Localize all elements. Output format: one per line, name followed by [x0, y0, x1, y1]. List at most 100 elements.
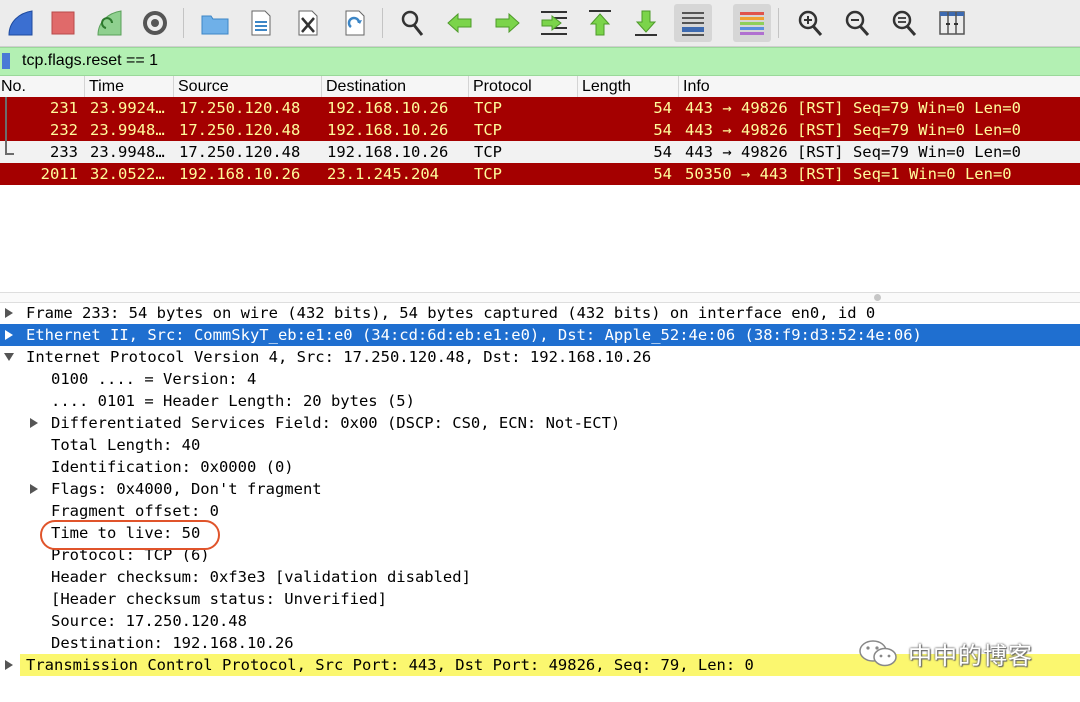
tree-item-label: Ethernet II, Src: CommSkyT_eb:e1:e0 (34:… — [26, 326, 922, 344]
go-last-packet-button[interactable] — [627, 4, 665, 42]
main-toolbar — [0, 0, 1080, 47]
restart-capture-button[interactable] — [90, 4, 128, 42]
go-back-button[interactable] — [441, 4, 479, 42]
zoom-in-icon — [798, 10, 823, 36]
expander-icon[interactable] — [2, 346, 16, 368]
normal-size-button[interactable] — [886, 4, 924, 42]
packet-length: 54 — [653, 99, 672, 117]
tree-item-checksum[interactable]: Header checksum: 0xf3e3 [validation disa… — [0, 566, 1080, 588]
column-header-protocol[interactable]: Protocol — [468, 76, 577, 97]
packet-row-selected[interactable]: 233 23.9948… 17.250.120.48 192.168.10.26… — [0, 141, 1080, 163]
packet-row[interactable]: 231 23.9924… 17.250.120.48 192.168.10.26… — [0, 97, 1080, 119]
stop-capture-button[interactable] — [44, 4, 82, 42]
packet-protocol: TCP — [474, 99, 502, 117]
packet-protocol: TCP — [474, 143, 502, 161]
packet-no: 2011 — [40, 165, 78, 183]
tree-item-label: Total Length: 40 — [51, 436, 201, 454]
start-capture-button[interactable] — [1, 4, 39, 42]
packet-source: 17.250.120.48 — [179, 99, 301, 117]
tree-item-label: Header checksum: 0xf3e3 [validation disa… — [51, 568, 471, 586]
column-header-time[interactable]: Time — [84, 76, 173, 97]
packet-list[interactable]: 231 23.9924… 17.250.120.48 192.168.10.26… — [0, 97, 1080, 292]
packet-length: 54 — [653, 121, 672, 139]
column-header-no[interactable]: No. — [0, 76, 84, 97]
packet-time: 23.9924… — [90, 99, 165, 117]
toolbar-separator — [183, 8, 184, 38]
tree-item-tcp-expander-area — [0, 654, 20, 676]
open-file-button[interactable] — [196, 4, 234, 42]
filter-bookmark-icon[interactable] — [2, 53, 10, 69]
toolbar-separator — [778, 8, 779, 38]
packet-time: 32.0522… — [90, 165, 165, 183]
tree-item-version[interactable]: 0100 .... = Version: 4 — [0, 368, 1080, 390]
tree-item-flags[interactable]: Flags: 0x4000, Don't fragment — [0, 478, 1080, 500]
tree-item-ethernet[interactable]: Ethernet II, Src: CommSkyT_eb:e1:e0 (34:… — [0, 324, 1080, 346]
display-filter-input[interactable] — [14, 49, 1074, 73]
tree-item-checksum-status[interactable]: [Header checksum status: Unverified] — [0, 588, 1080, 610]
go-first-packet-button[interactable] — [581, 4, 619, 42]
column-header-info[interactable]: Info — [678, 76, 1080, 97]
packet-no: 232 — [50, 121, 78, 139]
packet-row[interactable]: 232 23.9948… 17.250.120.48 192.168.10.26… — [0, 119, 1080, 141]
packet-time: 23.9948… — [90, 143, 165, 161]
tree-item-ipv4[interactable]: Internet Protocol Version 4, Src: 17.250… — [0, 346, 1080, 368]
go-back-icon — [447, 12, 472, 34]
tree-item-identification[interactable]: Identification: 0x0000 (0) — [0, 456, 1080, 478]
tree-item-header-length[interactable]: .... 0101 = Header Length: 20 bytes (5) — [0, 390, 1080, 412]
autoscroll-icon — [682, 12, 704, 36]
packet-destination: 23.1.245.204 — [327, 165, 439, 183]
wechat-icon — [859, 640, 897, 667]
close-file-button[interactable] — [289, 4, 327, 42]
find-packet-icon — [401, 10, 424, 36]
zoom-in-button[interactable] — [792, 4, 830, 42]
zoom-out-button[interactable] — [839, 4, 877, 42]
expander-icon[interactable] — [2, 324, 16, 346]
tree-item-total-length[interactable]: Total Length: 40 — [0, 434, 1080, 456]
splitter-handle-icon[interactable] — [874, 294, 881, 301]
packet-destination: 192.168.10.26 — [327, 99, 449, 117]
tree-item-label: Source: 17.250.120.48 — [51, 612, 247, 630]
close-file-icon — [298, 10, 318, 36]
tree-item-label: Frame 233: 54 bytes on wire (432 bits), … — [26, 304, 876, 322]
zoom-out-icon — [845, 10, 870, 36]
reload-file-button[interactable] — [336, 4, 374, 42]
expander-icon[interactable] — [27, 412, 41, 434]
packet-info: 50350 → 443 [RST] Seq=1 Win=0 Len=0 — [685, 165, 1012, 183]
tree-item-label: [Header checksum status: Unverified] — [51, 590, 387, 608]
packet-row[interactable]: 2011 32.0522… 192.168.10.26 23.1.245.204… — [0, 163, 1080, 185]
tree-item-dsfield[interactable]: Differentiated Services Field: 0x00 (DSC… — [0, 412, 1080, 434]
packet-destination: 192.168.10.26 — [327, 121, 449, 139]
resize-columns-button[interactable] — [933, 4, 971, 42]
find-packet-button[interactable] — [394, 4, 432, 42]
column-header-length[interactable]: Length — [577, 76, 678, 97]
capture-options-button[interactable] — [136, 4, 174, 42]
tree-item-fragment-offset[interactable]: Fragment offset: 0 — [0, 500, 1080, 522]
packet-info: 443 → 49826 [RST] Seq=79 Win=0 Len=0 — [685, 99, 1021, 117]
tree-item-label: .... 0101 = Header Length: 20 bytes (5) — [51, 392, 415, 410]
go-last-packet-icon — [635, 10, 657, 36]
open-file-icon — [201, 15, 229, 35]
packet-list-header: No. Time Source Destination Protocol Len… — [0, 76, 1080, 98]
colorize-button[interactable] — [733, 4, 771, 42]
packet-no: 231 — [50, 99, 78, 117]
column-header-destination[interactable]: Destination — [321, 76, 468, 97]
tree-item-label: Destination: 192.168.10.26 — [51, 634, 294, 652]
packet-time: 23.9948… — [90, 121, 165, 139]
go-forward-icon — [495, 12, 520, 34]
autoscroll-button[interactable] — [674, 4, 712, 42]
go-to-packet-icon — [541, 11, 567, 35]
expander-icon[interactable] — [27, 478, 41, 500]
expander-icon[interactable] — [2, 302, 16, 324]
save-file-icon — [251, 10, 271, 36]
reload-file-icon — [345, 10, 365, 36]
expander-icon[interactable] — [2, 654, 16, 676]
save-file-button[interactable] — [242, 4, 280, 42]
go-forward-button[interactable] — [488, 4, 526, 42]
tree-item-frame[interactable]: Frame 233: 54 bytes on wire (432 bits), … — [0, 302, 1080, 324]
watermark-text: 中中的博客 — [908, 641, 1033, 670]
tree-item-label: Differentiated Services Field: 0x00 (DSC… — [51, 414, 621, 432]
tree-item-label: Fragment offset: 0 — [51, 502, 219, 520]
tree-item-source[interactable]: Source: 17.250.120.48 — [0, 610, 1080, 632]
go-to-packet-button[interactable] — [535, 4, 573, 42]
column-header-source[interactable]: Source — [173, 76, 321, 97]
